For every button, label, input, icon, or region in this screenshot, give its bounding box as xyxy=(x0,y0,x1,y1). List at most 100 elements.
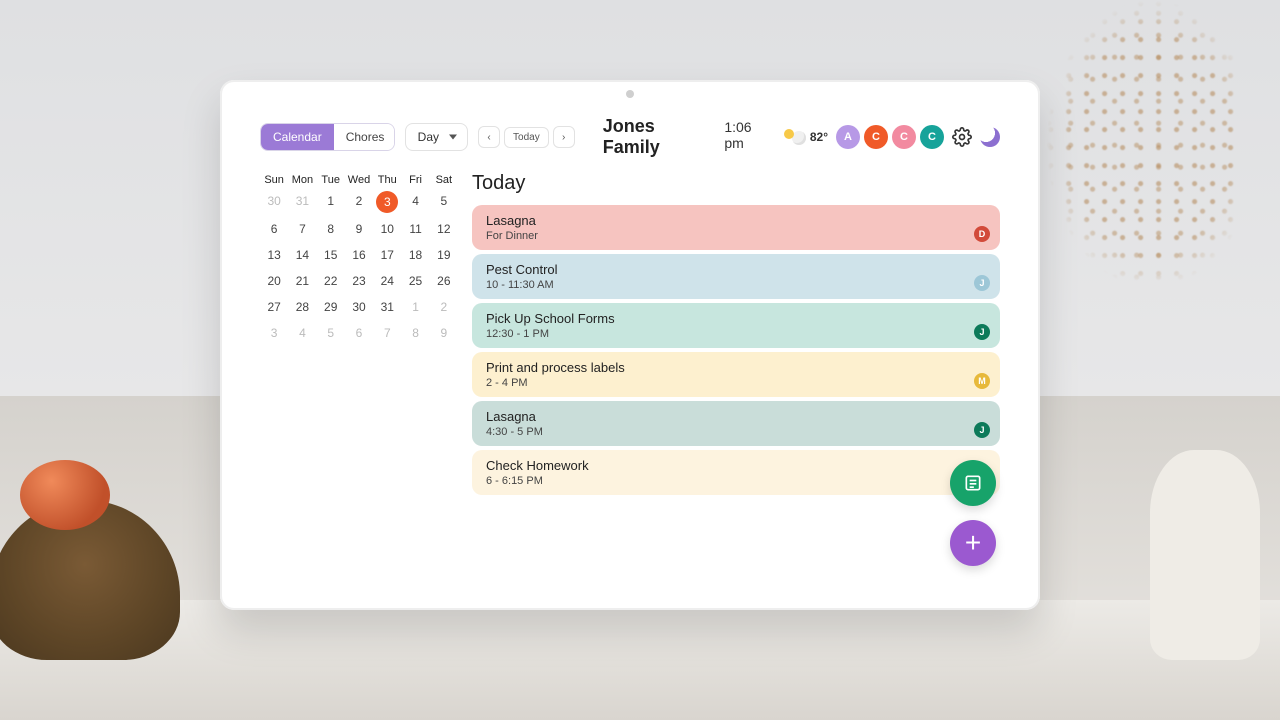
add-event-fab[interactable]: + xyxy=(950,520,996,566)
mini-cal-day[interactable]: 31 xyxy=(288,188,316,216)
mini-cal-day[interactable]: 13 xyxy=(260,242,288,268)
prev-day-button[interactable]: ‹ xyxy=(478,126,500,148)
event-owner-dot: D xyxy=(974,226,990,242)
mini-cal-dow: Tue xyxy=(317,172,345,188)
main-body: SunMonTueWedThuFriSat 303112345678910111… xyxy=(260,172,1000,586)
partly-cloudy-icon xyxy=(784,129,806,145)
mini-cal-day[interactable]: 3 xyxy=(376,191,398,213)
today-button[interactable]: Today xyxy=(504,127,549,148)
mini-cal-week: 6789101112 xyxy=(260,216,458,242)
tab-chores[interactable]: Chores xyxy=(334,124,395,150)
mini-cal-day[interactable]: 5 xyxy=(317,320,345,346)
mini-cal-dow: Sun xyxy=(260,172,288,188)
avatar-chip[interactable]: C xyxy=(920,125,944,149)
agenda-event[interactable]: LasagnaFor DinnerD xyxy=(472,205,1000,250)
mini-cal-day[interactable]: 12 xyxy=(430,216,458,242)
avatar-row: ACCC xyxy=(836,125,944,149)
mini-cal-day[interactable]: 3 xyxy=(260,320,288,346)
mini-cal-day[interactable]: 15 xyxy=(317,242,345,268)
mini-cal-day[interactable]: 1 xyxy=(317,188,345,216)
mini-cal-day[interactable]: 23 xyxy=(345,268,373,294)
mini-cal-day[interactable]: 19 xyxy=(430,242,458,268)
avatar-chip[interactable]: C xyxy=(864,125,888,149)
agenda-event[interactable]: Print and process labels 2 - 4 PMM xyxy=(472,352,1000,397)
agenda-event[interactable]: Pest Control10 - 11:30 AMJ xyxy=(472,254,1000,299)
countertop-decor xyxy=(0,600,1280,720)
header-right: 82° ACCC xyxy=(784,125,1000,149)
mini-cal-day[interactable]: 2 xyxy=(345,188,373,216)
event-subtitle: For Dinner xyxy=(486,230,986,242)
mini-cal-week: 272829303112 xyxy=(260,294,458,320)
avatar-chip[interactable]: A xyxy=(836,125,860,149)
device-frame: Calendar Chores Day ‹ Today › Jones Fami… xyxy=(220,80,1040,610)
mini-cal-day[interactable]: 16 xyxy=(345,242,373,268)
mini-cal-day[interactable]: 6 xyxy=(345,320,373,346)
family-name: Jones Family xyxy=(603,116,715,158)
clock: 1:06 pm xyxy=(724,119,774,151)
mini-cal-day[interactable]: 5 xyxy=(430,188,458,216)
agenda-event-list: LasagnaFor DinnerDPest Control10 - 11:30… xyxy=(472,205,1000,495)
mini-cal-dow: Thu xyxy=(373,172,401,188)
mini-cal-day[interactable]: 24 xyxy=(373,268,401,294)
event-owner-dot: M xyxy=(974,373,990,389)
date-nav: ‹ Today › xyxy=(478,126,575,148)
mini-cal-day[interactable]: 4 xyxy=(401,188,429,216)
avatar-chip[interactable]: C xyxy=(892,125,916,149)
night-mode-icon[interactable] xyxy=(980,127,1000,147)
top-bar: Calendar Chores Day ‹ Today › Jones Fami… xyxy=(260,116,1000,158)
mini-cal-day[interactable]: 29 xyxy=(317,294,345,320)
mini-cal-day[interactable]: 17 xyxy=(373,242,401,268)
mini-cal-day[interactable]: 10 xyxy=(373,216,401,242)
mini-cal-day[interactable]: 4 xyxy=(288,320,316,346)
fab-column: + xyxy=(950,460,996,566)
agenda-event[interactable]: Lasagna4:30 - 5 PMJ xyxy=(472,401,1000,446)
event-subtitle: 4:30 - 5 PM xyxy=(486,426,986,438)
event-subtitle: 10 - 11:30 AM xyxy=(486,279,986,291)
next-day-button[interactable]: › xyxy=(553,126,575,148)
settings-icon[interactable] xyxy=(952,127,972,147)
mini-cal-day[interactable]: 30 xyxy=(260,188,288,216)
tab-calendar[interactable]: Calendar xyxy=(261,124,334,150)
mini-cal-day[interactable]: 22 xyxy=(317,268,345,294)
mini-cal-day[interactable]: 2 xyxy=(430,294,458,320)
mini-cal-day[interactable]: 14 xyxy=(288,242,316,268)
mini-cal-dow: Wed xyxy=(345,172,373,188)
mini-cal-day[interactable]: 7 xyxy=(288,216,316,242)
mini-calendar: SunMonTueWedThuFriSat 303112345678910111… xyxy=(260,172,458,586)
mini-cal-day[interactable]: 8 xyxy=(317,216,345,242)
agenda-heading: Today xyxy=(472,172,1000,195)
mini-cal-weeks: 3031123456789101112131415161718192021222… xyxy=(260,188,458,346)
event-subtitle: 2 - 4 PM xyxy=(486,377,986,389)
mini-cal-day[interactable]: 25 xyxy=(401,268,429,294)
mini-cal-day[interactable]: 9 xyxy=(345,216,373,242)
mini-cal-day[interactable]: 26 xyxy=(430,268,458,294)
event-owner-dot: J xyxy=(974,324,990,340)
event-subtitle: 12:30 - 1 PM xyxy=(486,328,986,340)
mini-cal-week: 3456789 xyxy=(260,320,458,346)
mini-cal-day[interactable]: 31 xyxy=(373,294,401,320)
event-title: Print and process labels xyxy=(486,360,986,375)
list-fab[interactable] xyxy=(950,460,996,506)
mini-cal-day[interactable]: 18 xyxy=(401,242,429,268)
mini-cal-day[interactable]: 6 xyxy=(260,216,288,242)
mini-cal-day[interactable]: 28 xyxy=(288,294,316,320)
mini-cal-day[interactable]: 30 xyxy=(345,294,373,320)
mini-cal-day[interactable]: 1 xyxy=(401,294,429,320)
mini-cal-day[interactable]: 27 xyxy=(260,294,288,320)
agenda-event[interactable]: Check Homework6 - 6:15 PMM xyxy=(472,450,1000,495)
mini-cal-day[interactable]: 7 xyxy=(373,320,401,346)
mini-cal-day[interactable]: 8 xyxy=(401,320,429,346)
mini-cal-day[interactable]: 11 xyxy=(401,216,429,242)
chevron-right-icon: › xyxy=(562,132,565,143)
mini-cal-day[interactable]: 20 xyxy=(260,268,288,294)
mini-cal-day[interactable]: 21 xyxy=(288,268,316,294)
event-owner-dot: J xyxy=(974,422,990,438)
camera-dot-icon xyxy=(626,90,634,98)
weather-widget[interactable]: 82° xyxy=(784,129,828,145)
mini-cal-day[interactable]: 9 xyxy=(430,320,458,346)
agenda-event[interactable]: Pick Up School Forms12:30 - 1 PMJ xyxy=(472,303,1000,348)
event-owner-dot: J xyxy=(974,275,990,291)
timeframe-dropdown[interactable]: Day xyxy=(405,123,468,151)
list-icon xyxy=(963,473,983,493)
mini-cal-dow-row: SunMonTueWedThuFriSat xyxy=(260,172,458,188)
